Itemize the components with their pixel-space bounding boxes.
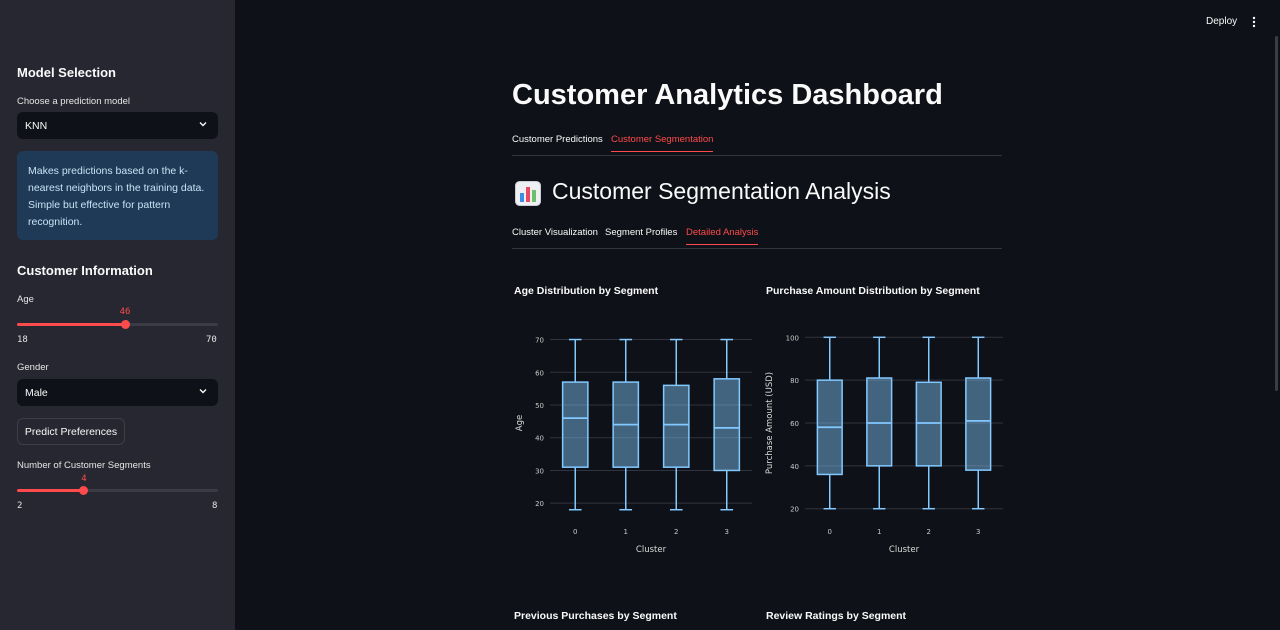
scrollbar[interactable] (1275, 36, 1278, 391)
y-tick-label: 60 (535, 369, 544, 377)
y-tick-label: 50 (535, 402, 544, 410)
segments-slider-value: 4 (81, 474, 87, 484)
kebab-menu-icon[interactable] (1250, 16, 1258, 28)
sidebar: Model Selection Choose a prediction mode… (0, 0, 235, 630)
y-axis-label: Age (515, 415, 525, 431)
page-title: Customer Analytics Dashboard (512, 79, 943, 111)
y-tick-label: 70 (535, 337, 544, 345)
segments-slider-fill (17, 489, 84, 492)
tab-customer-predictions[interactable]: Customer Predictions (512, 134, 603, 151)
x-axis-label: Cluster (889, 545, 920, 555)
age-slider[interactable] (17, 320, 218, 329)
age-box-chart: 20 30 40 50 60 70 0 1 2 3 Cluster Age (515, 337, 752, 555)
x-tick-label: 1 (877, 528, 881, 536)
main-tabs: Customer Predictions Customer Segmentati… (512, 134, 1002, 156)
x-axis-label: Cluster (636, 545, 667, 555)
y-tick-label: 40 (535, 435, 544, 443)
box-iqr (561, 381, 589, 468)
purchase-box-chart: 20 40 60 80 100 0 1 2 3 Cluster Purchase Amount (U… (765, 334, 1003, 555)
box-iqr (866, 377, 893, 467)
subtab-cluster-visualization[interactable]: Cluster Visualization (512, 227, 598, 244)
age-min: 18 (17, 335, 28, 345)
x-tick-label: 0 (828, 528, 832, 536)
box-iqr (965, 377, 992, 471)
age-chart-title: Age Distribution by Segment (514, 285, 659, 297)
sub-tabs: Cluster Visualization Segment Profiles D… (512, 227, 1002, 249)
predict-preferences-button[interactable]: Predict Preferences (17, 418, 125, 445)
box-iqr (713, 378, 741, 472)
tab-customer-segmentation[interactable]: Customer Segmentation (611, 134, 714, 152)
x-tick-label: 3 (976, 528, 980, 536)
chevron-down-icon (199, 389, 207, 394)
y-tick-label: 20 (535, 500, 544, 508)
y-axis-label: Purchase Amount (USD) (765, 372, 775, 474)
age-max: 70 (206, 335, 217, 345)
x-tick-label: 3 (725, 528, 729, 536)
previous-purchases-chart-title: Previous Purchases by Segment (514, 610, 677, 622)
y-tick-label: 80 (790, 377, 799, 385)
model-select[interactable]: KNN (17, 112, 218, 139)
y-tick-label: 20 (790, 506, 799, 514)
customer-info-heading: Customer Information (17, 263, 153, 278)
bar-chart-icon (515, 181, 541, 206)
gender-select[interactable]: Male (17, 379, 218, 406)
purchase-chart-title: Purchase Amount Distribution by Segment (766, 285, 980, 297)
y-tick-label: 100 (786, 334, 799, 342)
x-tick-label: 0 (573, 528, 577, 536)
subtab-detailed-analysis[interactable]: Detailed Analysis (686, 227, 759, 245)
subtab-segment-profiles[interactable]: Segment Profiles (605, 227, 677, 244)
x-tick-label: 2 (927, 528, 931, 536)
segments-label: Number of Customer Segments (17, 460, 151, 471)
model-select-label: Choose a prediction model (17, 96, 131, 107)
segments-slider-thumb[interactable] (79, 486, 89, 495)
review-ratings-chart-title: Review Ratings by Segment (766, 610, 907, 622)
y-tick-label: 40 (790, 463, 799, 471)
model-selection-heading: Model Selection (17, 65, 116, 80)
age-slider-thumb[interactable] (120, 320, 130, 329)
x-tick-label: 1 (624, 528, 628, 536)
y-tick-label: 60 (790, 420, 799, 428)
gender-label: Gender (17, 362, 49, 373)
deploy-button[interactable]: Deploy (1206, 16, 1237, 27)
section-title: Customer Segmentation Analysis (552, 178, 891, 204)
box-iqr (915, 381, 942, 467)
age-slider-fill (17, 323, 126, 326)
segments-min: 2 (17, 501, 23, 511)
model-info-box: Makes predictions based on the k-nearest… (17, 151, 218, 240)
x-tick-label: 2 (674, 528, 678, 536)
age-slider-value: 46 (119, 307, 131, 317)
gender-select-value: Male (25, 386, 48, 399)
chevron-down-icon (199, 122, 207, 127)
age-label: Age (17, 294, 34, 305)
segments-max: 8 (212, 501, 218, 511)
segments-slider[interactable] (17, 486, 218, 495)
model-select-value: KNN (25, 119, 48, 132)
y-tick-label: 30 (535, 467, 544, 475)
box-iqr (662, 384, 690, 468)
